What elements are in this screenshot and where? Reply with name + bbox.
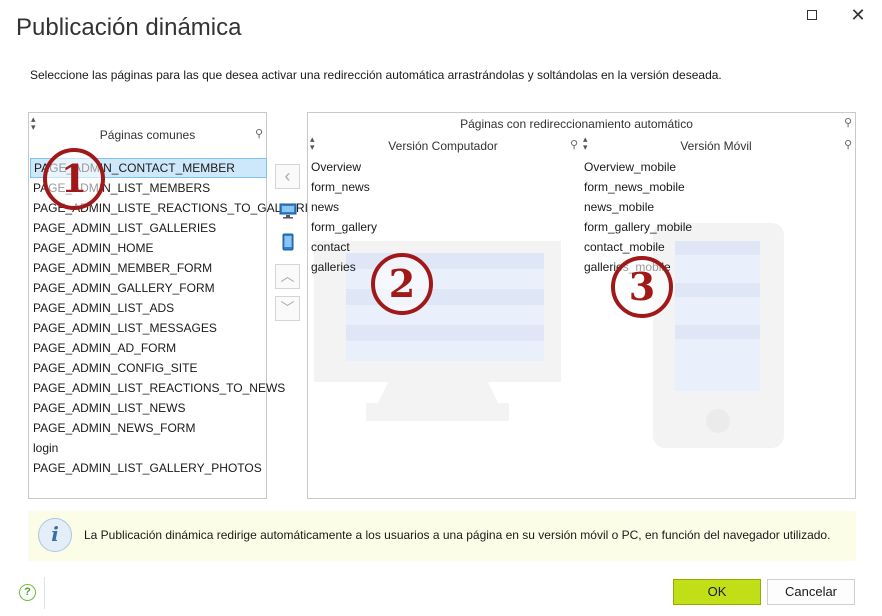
instructions-text: Seleccione las páginas para las que dese… — [30, 68, 722, 82]
maximize-button[interactable] — [800, 4, 824, 28]
pc-page-item[interactable]: form_news — [308, 177, 578, 197]
pc-page-item[interactable]: Overview — [308, 157, 578, 177]
mobile-version-header[interactable]: Versión Móvil — [581, 139, 851, 153]
dialog-title: Publicación dinámica — [16, 14, 242, 41]
common-page-item[interactable]: PAGE_ADMIN_LIST_GALLERY_PHOTOS — [30, 458, 267, 478]
pc-version-header[interactable]: Versión Computador — [308, 139, 578, 153]
common-page-item[interactable]: PAGE_ADMIN_LIST_GALLERIES — [30, 218, 267, 238]
mobile-page-item[interactable]: form_gallery_mobile — [581, 217, 851, 237]
phone-icon — [282, 233, 293, 251]
callout-1: 1 — [43, 148, 105, 210]
common-page-item[interactable]: PAGE_ADMIN_CONFIG_SITE — [30, 358, 267, 378]
info-bar: i La Publicación dinámica redirige autom… — [28, 511, 856, 561]
cancel-button[interactable]: Cancelar — [767, 579, 855, 605]
common-pages-header[interactable]: Páginas comunes — [29, 128, 266, 142]
monitor-icon — [279, 203, 296, 219]
search-icon[interactable]: ⚲ — [255, 127, 263, 140]
move-down-button[interactable]: ﹀ — [275, 296, 300, 321]
help-icon[interactable]: ? — [19, 584, 36, 601]
search-icon[interactable]: ⚲ — [844, 138, 852, 151]
mobile-page-item[interactable]: contact_mobile — [581, 237, 851, 257]
move-up-button[interactable]: ︿ — [275, 264, 300, 289]
mobile-page-item[interactable]: Overview_mobile — [581, 157, 851, 177]
callout-3: 3 — [611, 256, 673, 318]
search-icon[interactable]: ⚲ — [844, 116, 852, 129]
footer-divider — [44, 577, 45, 609]
mobile-page-item[interactable]: form_news_mobile — [581, 177, 851, 197]
common-page-item[interactable]: PAGE_ADMIN_MEMBER_FORM — [30, 258, 267, 278]
info-text: La Publicación dinámica redirige automát… — [84, 528, 831, 542]
common-page-item[interactable]: PAGE_ADMIN_LIST_NEWS — [30, 398, 267, 418]
callout-2: 2 — [371, 253, 433, 315]
close-button[interactable]: ✕ — [846, 4, 870, 28]
add-to-pc-button[interactable] — [275, 199, 300, 224]
common-page-item[interactable]: PAGE_ADMIN_HOME — [30, 238, 267, 258]
add-to-mobile-button[interactable] — [275, 230, 300, 255]
common-page-item[interactable]: PAGE_ADMIN_NEWS_FORM — [30, 418, 267, 438]
common-page-item[interactable]: PAGE_ADMIN_LIST_REACTIONS_TO_NEWS — [30, 378, 285, 398]
mobile-page-item[interactable]: news_mobile — [581, 197, 851, 217]
chevron-left-icon: ‹ — [284, 166, 291, 186]
chevron-down-icon: ﹀ — [280, 300, 295, 316]
pc-pages-list: Overview form_news news form_gallery contact… — [308, 157, 578, 277]
redirect-pages-header: Páginas con redireccionamiento automátic… — [460, 117, 693, 131]
search-icon[interactable]: ⚲ — [570, 138, 578, 151]
common-page-item[interactable]: PAGE_ADMIN_AD_FORM — [30, 338, 267, 358]
pc-page-item[interactable]: news — [308, 197, 578, 217]
pc-page-item[interactable]: galleries — [308, 257, 578, 277]
pc-page-item[interactable]: contact — [308, 237, 578, 257]
remove-page-button[interactable]: ‹ — [275, 164, 300, 189]
common-page-item[interactable]: PAGE_ADMIN_LIST_ADS — [30, 298, 267, 318]
common-page-item[interactable]: PAGE_ADMIN_GALLERY_FORM — [30, 278, 267, 298]
common-page-item[interactable]: PAGE_ADMIN_LIST_MESSAGES — [30, 318, 267, 338]
pc-page-item[interactable]: form_gallery — [308, 217, 578, 237]
mobile-pages-list: Overview_mobile form_news_mobile news_mobi… — [581, 157, 851, 277]
common-page-item[interactable]: login — [30, 438, 267, 458]
chevron-up-icon: ︿ — [280, 268, 295, 284]
ok-button[interactable]: OK — [673, 579, 761, 605]
close-icon: ✕ — [850, 5, 866, 25]
info-icon: i — [38, 518, 72, 552]
maximize-icon — [807, 10, 817, 20]
